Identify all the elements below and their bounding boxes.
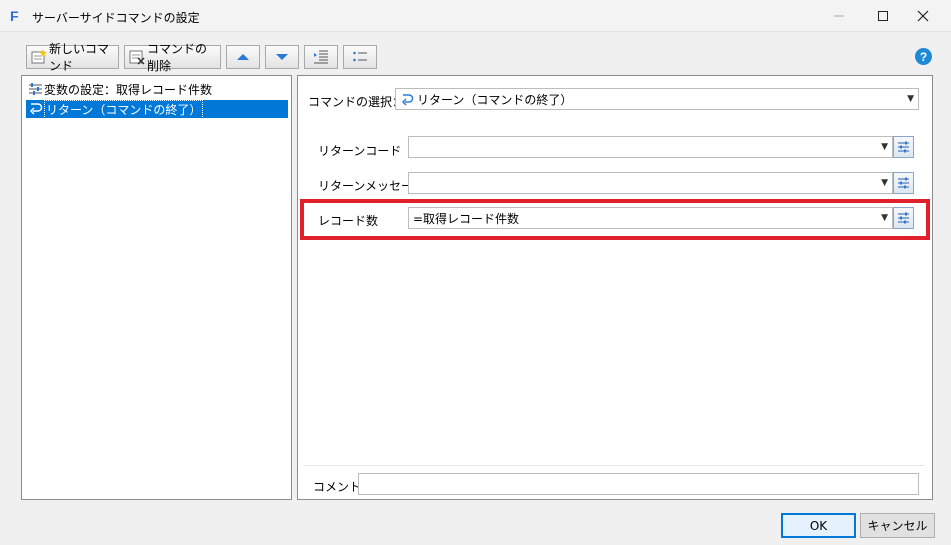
cancel-button[interactable]: キャンセル: [860, 513, 935, 538]
close-icon: [917, 10, 929, 22]
formula-editor-icon: [898, 141, 909, 153]
indent-icon: [314, 50, 328, 64]
ok-button[interactable]: OK: [781, 513, 856, 538]
close-button[interactable]: [901, 4, 945, 28]
highlight-box: [300, 199, 930, 240]
formula-editor-icon: [898, 177, 909, 189]
return-icon: [28, 101, 43, 116]
comment-label: コメント: [313, 480, 362, 494]
return-code-edit-button[interactable]: [893, 136, 914, 158]
comment-input[interactable]: [358, 473, 919, 495]
return-message-edit-button[interactable]: [893, 172, 914, 194]
tree-item-label: 変数の設定：取得レコード件数: [44, 82, 213, 97]
maximize-icon: [878, 11, 888, 21]
return-code-field[interactable]: ▼: [408, 136, 893, 158]
return-message-field[interactable]: ▼: [408, 172, 893, 194]
arrow-down-icon: [276, 54, 288, 60]
outdent-button[interactable]: [343, 45, 377, 69]
divider: [303, 465, 925, 466]
maximize-button[interactable]: [861, 4, 905, 28]
tree-item-variable[interactable]: 変数の設定：取得レコード件数: [26, 80, 212, 98]
delete-command-label: コマンドの削除: [147, 42, 208, 73]
delete-command-button[interactable]: コマンドの削除: [124, 42, 221, 73]
new-command-icon: [31, 49, 47, 65]
return-code-label: リターンコード: [318, 144, 402, 158]
list-icon: [353, 51, 367, 62]
tree-item-return[interactable]: リターン（コマンドの終了）: [26, 99, 288, 119]
return-icon: [400, 92, 414, 106]
command-select-value: リターン（コマンドの終了）: [417, 92, 573, 107]
tree-item-label: リターン（コマンドの終了）: [44, 99, 204, 119]
chevron-down-icon: ▼: [881, 142, 888, 152]
command-select[interactable]: リターン（コマンドの終了） ▼: [395, 88, 919, 110]
move-up-button[interactable]: [226, 45, 260, 69]
delete-command-icon: [129, 49, 145, 65]
title-bar: F サーバーサイドコマンドの設定: [0, 0, 951, 32]
new-command-button[interactable]: 新しいコマンド: [26, 42, 119, 73]
new-command-label: 新しいコマンド: [49, 42, 110, 73]
command-tree: 変数の設定：取得レコード件数 リターン（コマンドの終了）: [21, 75, 292, 500]
move-down-button[interactable]: [265, 45, 299, 69]
minimize-icon: [834, 15, 844, 17]
chevron-down-icon: ▼: [907, 94, 914, 104]
indent-button[interactable]: [304, 45, 338, 69]
chevron-down-icon: ▼: [881, 178, 888, 188]
toolbar: 新しいコマンド コマンドの削除: [0, 32, 951, 73]
variable-icon: [28, 81, 43, 96]
help-icon[interactable]: ?: [915, 48, 932, 65]
window-title: サーバーサイドコマンドの設定: [32, 11, 200, 25]
app-icon: F: [10, 8, 19, 24]
minimize-button[interactable]: [817, 4, 861, 28]
arrow-up-icon: [237, 54, 249, 60]
command-select-label: コマンドの選択：: [308, 95, 405, 109]
